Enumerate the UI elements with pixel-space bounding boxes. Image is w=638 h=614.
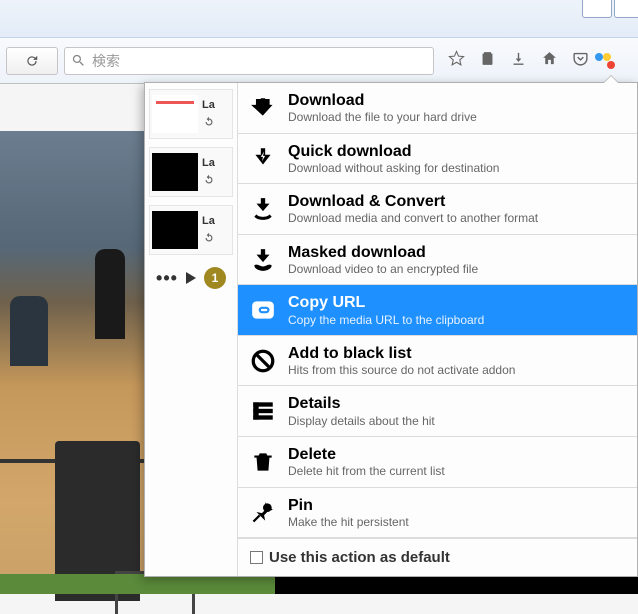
action-list: Download Download the file to your hard … [237, 83, 637, 576]
clipboard-icon [479, 50, 496, 67]
hit-info: La [202, 99, 222, 129]
action-desc: Delete hit from the current list [288, 464, 445, 478]
reload-button[interactable] [6, 47, 58, 75]
action-pin[interactable]: Pin Make the hit persistent [238, 488, 637, 539]
window-titlebar [0, 0, 638, 38]
hit-label: La [202, 99, 222, 111]
action-title: Add to black list [288, 344, 515, 363]
home-icon [541, 50, 558, 67]
refresh-icon [202, 173, 216, 187]
action-desc: Hits from this source do not activate ad… [288, 363, 515, 377]
action-title: Details [288, 394, 435, 413]
action-desc: Download video to an encrypted file [288, 262, 478, 276]
downloads-button[interactable] [510, 50, 527, 72]
hit-thumbnail [152, 211, 198, 249]
reload-icon [25, 54, 39, 68]
action-title: Masked download [288, 243, 478, 262]
search-input[interactable]: 検索 [64, 47, 434, 75]
action-text: Pin Make the hit persistent [288, 496, 409, 530]
action-desc: Download without asking for destination [288, 161, 499, 175]
pin-icon [250, 499, 276, 525]
hits-footer: ••• 1 [147, 263, 235, 293]
trash-icon [250, 449, 276, 475]
action-title: Pin [288, 496, 409, 515]
scene-element [10, 296, 48, 366]
hit-item[interactable]: La [149, 205, 233, 255]
hit-item[interactable]: La [149, 89, 233, 139]
action-title: Download [288, 91, 477, 110]
maximize-button[interactable] [614, 0, 638, 18]
action-title: Quick download [288, 142, 499, 161]
use-as-default-row[interactable]: Use this action as default [238, 538, 637, 576]
action-text: Download & Convert Download media and co… [288, 192, 538, 226]
action-details[interactable]: Details Display details about the hit [238, 386, 637, 437]
hits-list: La La La ••• 1 [145, 83, 237, 301]
bookmark-star-button[interactable] [448, 50, 465, 72]
reading-list-button[interactable] [479, 50, 496, 72]
hit-info: La [202, 157, 222, 187]
link-icon [250, 297, 276, 323]
home-button[interactable] [541, 50, 558, 72]
action-text: Masked download Download video to an enc… [288, 243, 478, 277]
hit-thumbnail [152, 95, 198, 133]
action-text: Details Display details about the hit [288, 394, 435, 428]
refresh-icon [202, 231, 216, 245]
action-text: Download Download the file to your hard … [288, 91, 477, 125]
action-desc: Download media and convert to another fo… [288, 211, 538, 225]
browser-toolbar: 検索 [0, 38, 638, 84]
download-icon [250, 95, 276, 121]
action-text: Delete Delete hit from the current list [288, 445, 445, 479]
action-title: Delete [288, 445, 445, 464]
action-text: Add to black list Hits from this source … [288, 344, 515, 378]
action-blacklist[interactable]: Add to black list Hits from this source … [238, 336, 637, 387]
hit-label: La [202, 215, 222, 227]
action-download[interactable]: Download Download the file to your hard … [238, 83, 637, 134]
action-text: Quick download Download without asking f… [288, 142, 499, 176]
action-text: Copy URL Copy the media URL to the clipb… [288, 293, 484, 327]
default-checkbox[interactable] [250, 551, 263, 564]
play-button[interactable] [186, 272, 196, 284]
search-placeholder: 検索 [92, 51, 120, 71]
bolt-download-icon [250, 145, 276, 171]
pocket-button[interactable] [572, 50, 589, 72]
details-icon [250, 398, 276, 424]
refresh-icon [202, 115, 216, 129]
window-buttons [580, 0, 638, 18]
hit-info: La [202, 215, 222, 245]
action-desc: Copy the media URL to the clipboard [288, 313, 484, 327]
more-button[interactable]: ••• [156, 268, 178, 289]
toolbar-icons [448, 50, 603, 72]
star-icon [448, 50, 465, 67]
action-quick-download[interactable]: Quick download Download without asking f… [238, 134, 637, 185]
scene-element [95, 249, 125, 339]
action-title: Download & Convert [288, 192, 538, 211]
hits-count-badge: 1 [204, 267, 226, 289]
content-area: La La La ••• 1 [0, 84, 638, 614]
pocket-icon [572, 50, 589, 67]
action-desc: Display details about the hit [288, 414, 435, 428]
action-delete[interactable]: Delete Delete hit from the current list [238, 437, 637, 488]
blacklist-icon [250, 348, 276, 374]
default-label: Use this action as default [269, 549, 450, 566]
hit-label: La [202, 157, 222, 169]
download-actions-panel: La La La ••• 1 [144, 82, 638, 577]
hit-thumbnail [152, 153, 198, 191]
action-title: Copy URL [288, 293, 484, 312]
mask-icon [250, 247, 276, 273]
hit-item[interactable]: La [149, 147, 233, 197]
action-copy-url[interactable]: Copy URL Copy the media URL to the clipb… [238, 285, 637, 336]
download-arrow-icon [510, 50, 527, 67]
action-desc: Download the file to your hard drive [288, 110, 477, 124]
action-download-convert[interactable]: Download & Convert Download media and co… [238, 184, 637, 235]
action-masked-download[interactable]: Masked download Download video to an enc… [238, 235, 637, 286]
action-desc: Make the hit persistent [288, 515, 409, 529]
convert-icon [250, 196, 276, 222]
search-icon [71, 53, 86, 68]
minimize-button[interactable] [582, 0, 612, 18]
